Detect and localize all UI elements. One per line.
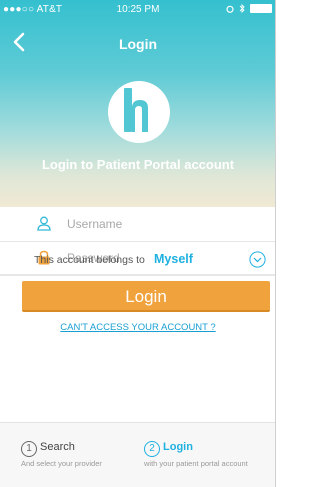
- hero-banner: ●●●○○ AT&T 10:25 PM Login Login to Patie…: [0, 0, 275, 207]
- page-title: Login: [118, 36, 158, 52]
- step-name: Login: [163, 441, 193, 453]
- steps-footer: 1 Search And select your provider 2 Logi…: [0, 422, 275, 487]
- bluetooth-icon: [239, 4, 245, 13]
- login-button[interactable]: Login: [22, 281, 270, 312]
- step-description: And select your provider: [21, 459, 102, 468]
- cant-access-link[interactable]: CAN'T ACCESS YOUR ACCOUNT ?: [0, 322, 275, 333]
- account-owner-row[interactable]: This account belongs to Myself: [0, 246, 275, 275]
- user-icon: [37, 216, 51, 231]
- hero-headline: Login to Patient Portal account: [41, 157, 235, 172]
- h-logo-icon: [108, 81, 170, 143]
- nav-bar: Login: [0, 20, 275, 64]
- account-owner-label: This account belongs to: [34, 254, 145, 266]
- battery-icon: [250, 4, 272, 13]
- alarm-icon: [226, 5, 234, 13]
- username-input[interactable]: [67, 213, 257, 235]
- chevron-down-icon[interactable]: [249, 251, 266, 268]
- status-bar: ●●●○○ AT&T 10:25 PM: [0, 0, 275, 20]
- status-right: [226, 4, 272, 13]
- step-name: Search: [40, 441, 75, 453]
- step-number: 2: [144, 441, 160, 457]
- app-screen: ●●●○○ AT&T 10:25 PM Login Login to Patie…: [0, 0, 276, 487]
- step-description: with your patient portal account: [144, 459, 248, 468]
- username-field[interactable]: [0, 207, 275, 242]
- account-owner-value[interactable]: Myself: [154, 252, 193, 266]
- step-number: 1: [21, 441, 37, 457]
